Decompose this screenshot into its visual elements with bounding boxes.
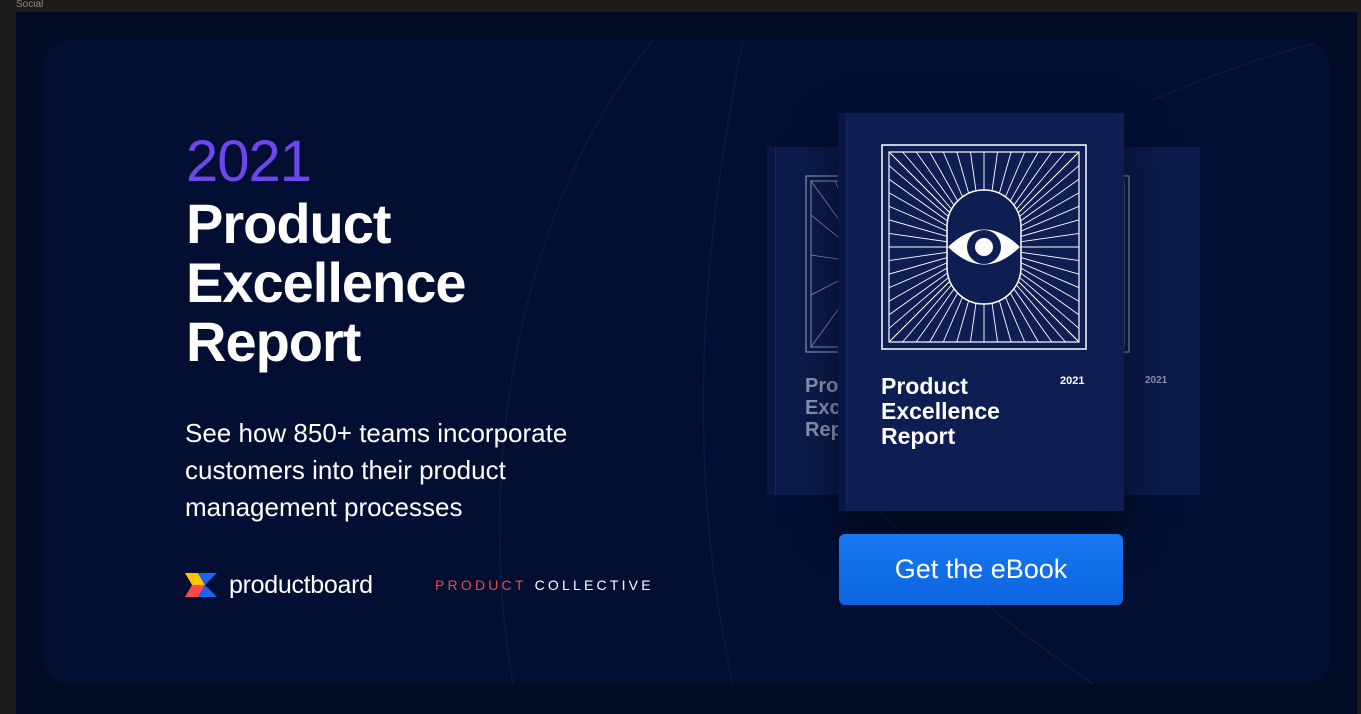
report-title: Product Excellence Report bbox=[186, 194, 606, 371]
product-collective-word-product: PRODUCT bbox=[435, 577, 527, 593]
product-collective-word-collective: COLLECTIVE bbox=[534, 577, 654, 593]
artboard-label: Social bbox=[16, 0, 44, 10]
product-collective-logo: PRODUCT COLLECTIVE bbox=[435, 575, 654, 595]
front-book-year: 2021 bbox=[1060, 375, 1085, 387]
front-book-title: Product Excellence Report bbox=[881, 374, 1000, 449]
back-book-year: 2021 bbox=[1145, 375, 1168, 386]
productboard-wordmark: productboard bbox=[229, 570, 373, 599]
report-subtitle: See how 850+ teams incorporate customers… bbox=[185, 415, 655, 526]
promo-card: 2021 Product Excellence Report See how 8… bbox=[43, 40, 1330, 684]
subtitle-line: See how 850+ teams incorporate bbox=[185, 418, 568, 448]
book-spine bbox=[767, 147, 776, 495]
front-title-line: Excellence bbox=[881, 398, 1000, 424]
book-spine bbox=[838, 113, 847, 511]
productboard-logo: productboard bbox=[185, 570, 373, 600]
get-ebook-button[interactable]: Get the eBook bbox=[839, 534, 1123, 605]
ebook-cover-front: Product Excellence Report 2021 bbox=[838, 113, 1124, 511]
subtitle-line: customers into their product bbox=[185, 455, 506, 485]
title-line: Report bbox=[186, 310, 361, 373]
front-title-line: Report bbox=[881, 423, 956, 449]
productboard-mark-icon bbox=[185, 573, 217, 597]
subtitle-line: management processes bbox=[185, 492, 463, 522]
front-title-line: Product bbox=[881, 373, 968, 399]
sunburst-artwork bbox=[881, 144, 1087, 350]
report-year: 2021 bbox=[186, 129, 312, 194]
title-line: Excellence bbox=[186, 251, 467, 314]
social-artboard: 2021 Product Excellence Report See how 8… bbox=[16, 12, 1357, 714]
title-line: Product bbox=[186, 192, 392, 255]
